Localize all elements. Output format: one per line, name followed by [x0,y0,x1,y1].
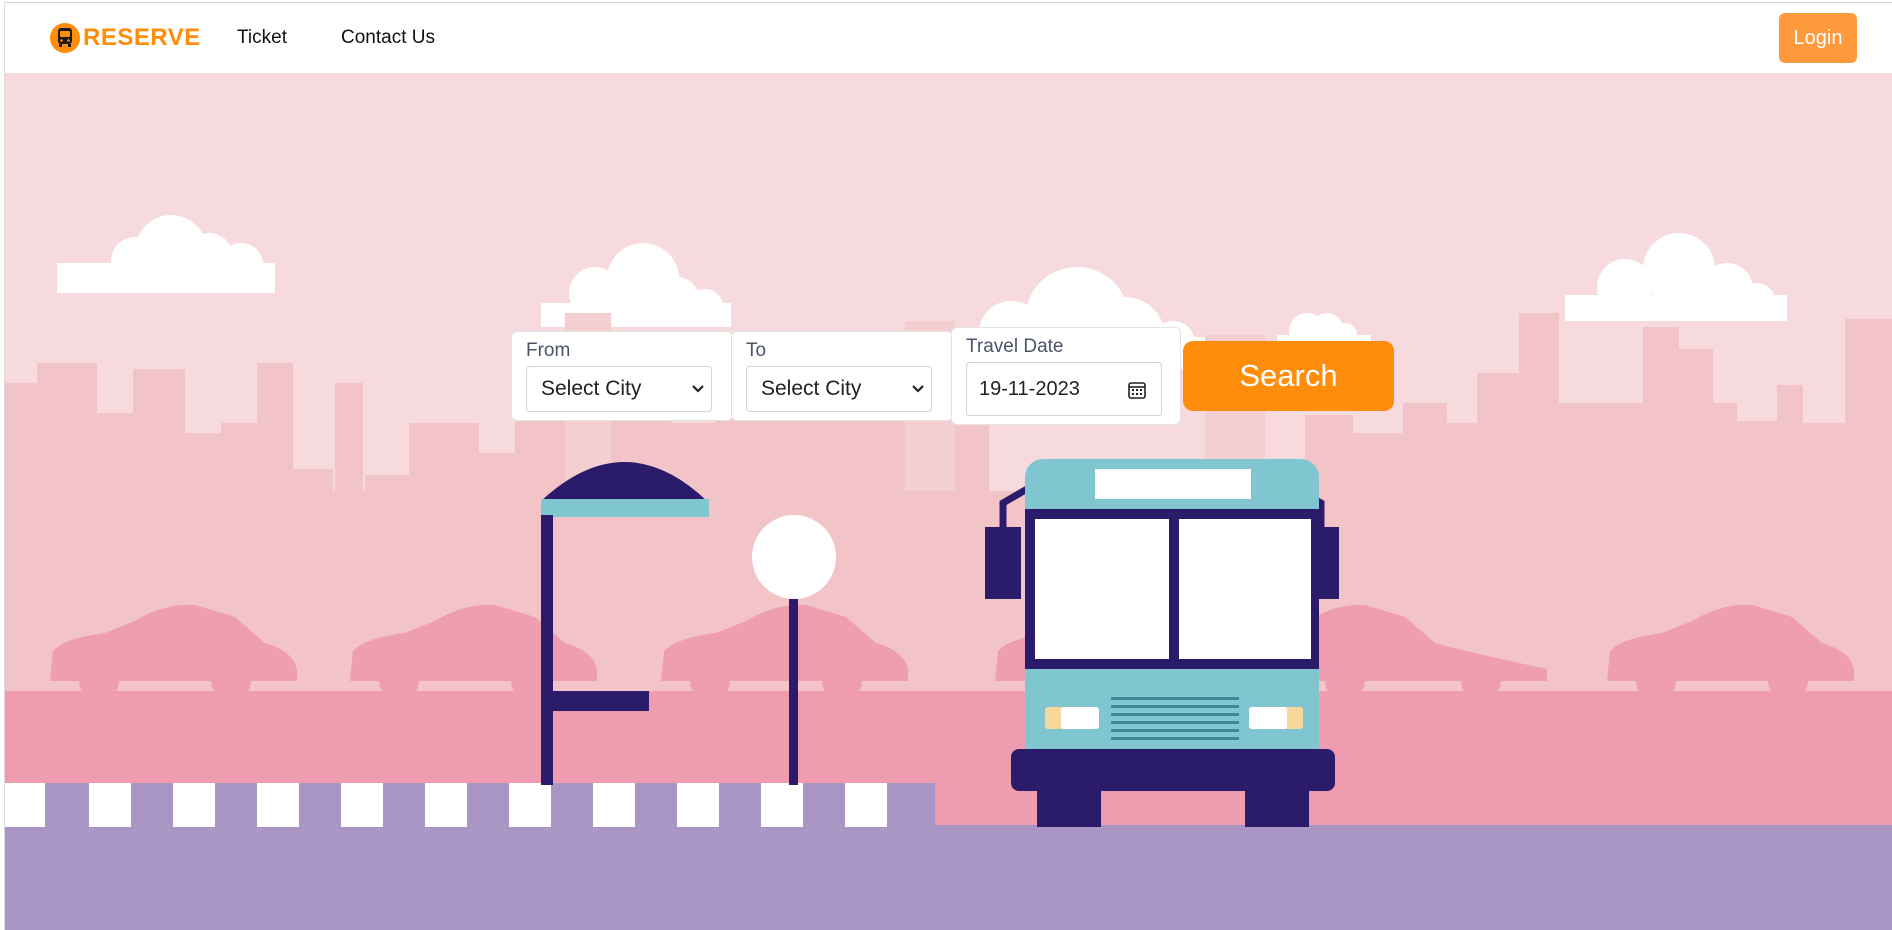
curb [5,783,935,827]
app-frame: RESERVE Ticket Contact Us Login From Sel… [4,2,1892,930]
to-label: To [746,340,767,361]
bus-illustration [985,459,1339,827]
from-label: From [526,340,571,361]
calendar-icon[interactable] [1127,380,1147,400]
from-field: From Select City [511,331,733,421]
navbar: RESERVE Ticket Contact Us Login [5,3,1892,74]
bus-icon [50,23,80,53]
to-field: To Select City [731,331,953,421]
travel-date-label: Travel Date [966,336,1064,357]
travel-date-input[interactable]: 19-11-2023 [966,362,1162,416]
nav-link-ticket[interactable]: Ticket [237,27,287,49]
from-city-value: Select City [541,377,642,400]
to-city-value: Select City [761,377,862,400]
sidewalk [5,825,1892,930]
to-city-select[interactable]: Select City [746,366,932,412]
login-button[interactable]: Login [1779,13,1857,63]
search-button[interactable]: Search [1183,341,1394,411]
hero-illustration [5,73,1892,930]
travel-date-value: 19-11-2023 [979,377,1080,400]
hero-section: From Select City To Select City Travel D… [5,73,1892,930]
chevron-down-icon [912,385,924,393]
brand-logo-link[interactable]: RESERVE [50,20,201,56]
from-city-select[interactable]: Select City [526,366,712,412]
travel-date-field: Travel Date 19-11-2023 [951,327,1181,425]
nav-link-contact-us[interactable]: Contact Us [341,27,435,49]
brand-name: RESERVE [83,24,201,51]
chevron-down-icon [692,385,704,393]
